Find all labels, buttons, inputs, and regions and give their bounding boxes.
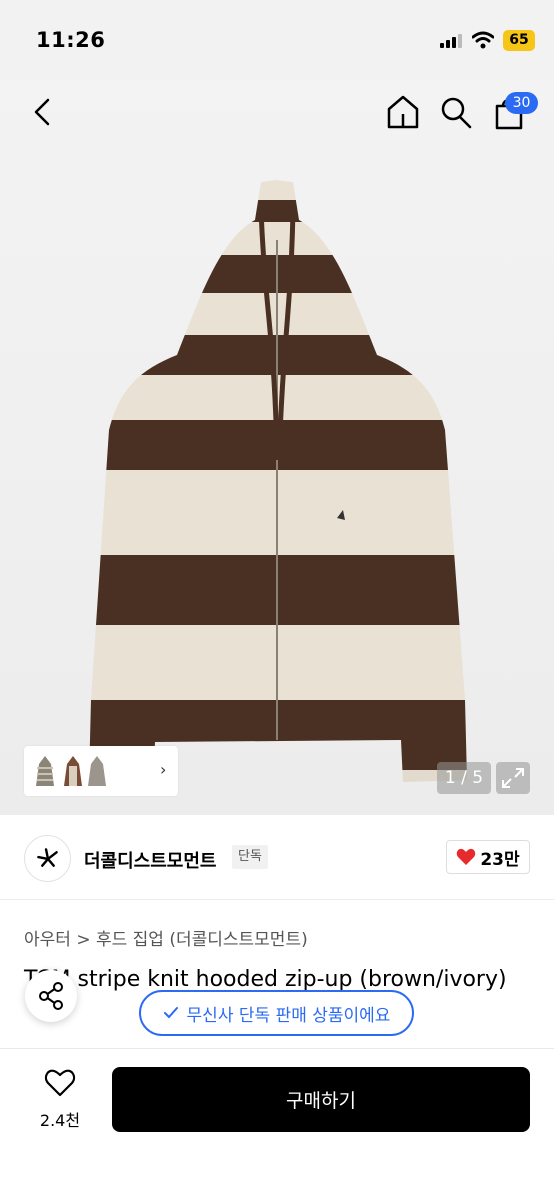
brand-like-button[interactable]: 23만: [446, 840, 530, 874]
category-breadcrumb[interactable]: 아우터 > 후드 집업 (더콜디스트모먼트): [24, 925, 308, 950]
chevron-right-icon[interactable]: ›: [160, 760, 166, 779]
thumbnail-strip[interactable]: ›: [24, 746, 178, 796]
exclusive-notice-pill: 무신사 단독 판매 상품이에요: [139, 990, 414, 1036]
wishlist-count: 2.4천: [39, 1111, 81, 1130]
home-icon[interactable]: [386, 94, 420, 130]
exclusive-notice-text: 무신사 단독 판매 상품이에요: [186, 1005, 391, 1026]
brand-logo-icon[interactable]: [24, 835, 71, 882]
checkmark-icon: [163, 1007, 178, 1019]
bottom-action-bar: 2.4천 구매하기: [0, 1048, 554, 1200]
brand-like-count: 23만: [480, 849, 520, 870]
product-image-gallery[interactable]: 30 › 1 / 5: [0, 80, 554, 815]
gallery-pager: 1 / 5: [437, 762, 491, 794]
back-button[interactable]: [28, 96, 56, 128]
search-icon[interactable]: [439, 94, 473, 130]
buy-button[interactable]: 구매하기: [112, 1067, 530, 1132]
heart-filled-icon: [457, 848, 476, 865]
heart-outline-icon: [44, 1069, 76, 1097]
exclusive-tag: 단독: [232, 845, 268, 869]
status-bar: 11:26 65: [0, 0, 554, 80]
share-icon: [39, 982, 63, 1010]
cart-count-badge: 30: [505, 92, 538, 114]
cellular-signal-icon: [440, 34, 462, 48]
thumbnail-1[interactable]: [32, 754, 58, 788]
thumbnail-3[interactable]: [86, 754, 108, 788]
thumbnail-2[interactable]: [62, 754, 84, 788]
expand-icon[interactable]: [496, 762, 530, 794]
share-button[interactable]: [25, 970, 77, 1022]
product-image: [89, 180, 467, 782]
brand-name[interactable]: 더콜디스트모먼트: [84, 847, 216, 873]
status-time: 11:26: [36, 28, 106, 52]
wifi-icon: [472, 31, 494, 49]
wishlist-button[interactable]: 2.4천: [30, 1069, 90, 1131]
brand-row[interactable]: 더콜디스트모먼트 단독 23만: [0, 815, 554, 900]
battery-indicator: 65: [503, 30, 535, 51]
